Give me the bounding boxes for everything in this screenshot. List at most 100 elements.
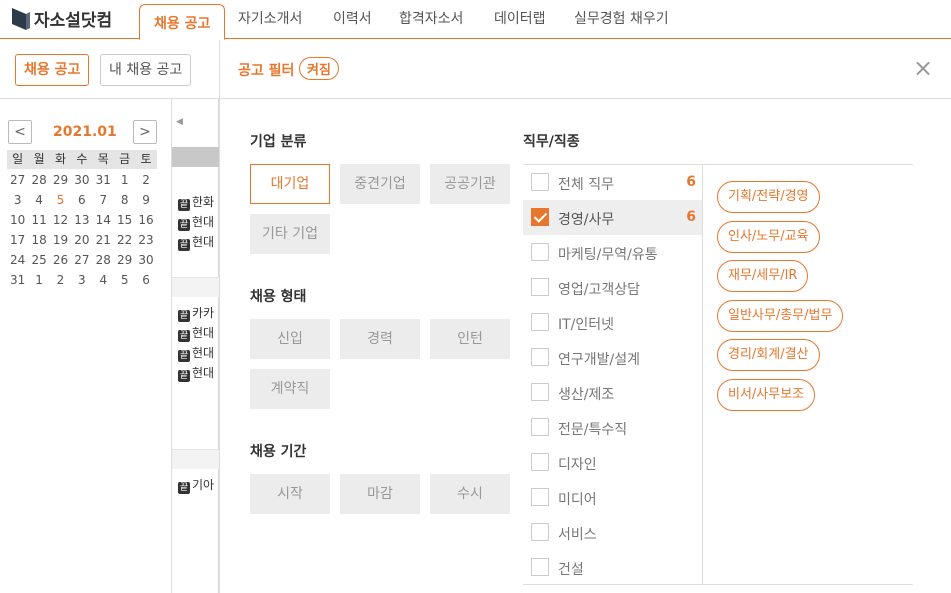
calendar-day[interactable]: 31 [93,173,114,187]
list-item[interactable]: 끝 현대 [178,324,219,342]
subcategory-chip[interactable]: 비서/사무보조 [717,379,816,411]
calendar-day[interactable]: 2 [135,173,156,187]
calendar-day[interactable]: 27 [7,173,28,187]
calendar-day[interactable]: 27 [71,253,92,267]
option-rolling[interactable]: 수시 [430,474,510,514]
checkbox[interactable] [531,243,549,261]
calendar-day[interactable]: 29 [50,173,71,187]
category-it[interactable]: IT/인터넷 [523,305,702,340]
calendar-day[interactable]: 6 [71,193,92,207]
option-mid-company[interactable]: 중견기업 [340,164,420,204]
subcategory-chip[interactable]: 경리/회계/결산 [717,339,820,371]
calendar-day[interactable]: 12 [50,213,71,227]
subcategory-chip[interactable]: 일반사무/총무/법무 [717,300,844,332]
calendar-day[interactable]: 1 [28,273,49,287]
next-month-button[interactable]: > [133,120,157,144]
calendar-day[interactable]: 25 [28,253,49,267]
calendar-day[interactable]: 7 [93,193,114,207]
calendar-day[interactable]: 8 [114,193,135,207]
calendar-day[interactable]: 23 [135,233,156,247]
category-production[interactable]: 생산/제조 [523,375,702,410]
checkbox[interactable] [531,313,549,331]
calendar-day[interactable]: 20 [71,233,92,247]
calendar-day[interactable]: 4 [93,273,114,287]
checkbox-checked[interactable] [531,208,549,226]
prev-month-button[interactable]: < [8,120,32,144]
option-start[interactable]: 시작 [250,474,330,514]
calendar-day[interactable]: 31 [7,273,28,287]
checkbox[interactable] [531,558,549,576]
calendar-day[interactable]: 5 [114,273,135,287]
calendar-day[interactable]: 18 [28,233,49,247]
subcategory-chip[interactable]: 인사/노무/교육 [717,221,820,253]
category-specialist[interactable]: 전문/특수직 [523,410,702,445]
category-marketing[interactable]: 마케팅/무역/유통 [523,235,702,270]
category-management-office[interactable]: 경영/사무 6 [523,200,702,235]
category-design[interactable]: 디자인 [523,445,702,480]
calendar-day[interactable]: 29 [114,253,135,267]
calendar-day[interactable]: 30 [135,253,156,267]
list-item[interactable]: 끝 한화 [178,193,219,211]
job-postings-button[interactable]: 채용 공고 [15,54,90,86]
tab-jobs[interactable]: 채용 공고 [139,4,226,40]
calendar-day[interactable]: 2 [50,273,71,287]
tab-self-intro[interactable]: 자기소개서 [238,8,302,28]
calendar-day[interactable]: 16 [135,213,156,227]
calendar-day[interactable]: 26 [50,253,71,267]
tab-passed-essays[interactable]: 합격자소서 [399,8,463,28]
option-other-company[interactable]: 기타 기업 [250,214,330,254]
category-all[interactable]: 전체 직무 6 [523,165,702,200]
category-service[interactable]: 서비스 [523,515,702,550]
list-item[interactable]: 끝 현대 [178,344,219,362]
tab-datalab[interactable]: 데이터랩 [494,8,546,28]
calendar-day[interactable]: 28 [93,253,114,267]
list-item[interactable]: 끝 카카 [178,304,219,322]
option-intern[interactable]: 인턴 [430,319,510,359]
checkbox[interactable] [531,278,549,296]
list-item[interactable]: 끝 현대 [178,213,219,231]
option-large-company[interactable]: 대기업 [250,164,330,204]
checkbox[interactable] [531,523,549,541]
calendar-day[interactable]: 24 [7,253,28,267]
checkbox[interactable] [531,418,549,436]
checkbox[interactable] [531,383,549,401]
calendar-day-today[interactable]: 5 [50,193,71,207]
category-media[interactable]: 미디어 [523,480,702,515]
list-item[interactable]: 끝 현대 [178,364,219,382]
list-item[interactable]: 끝 현대 [178,233,219,251]
calendar-day[interactable]: 21 [93,233,114,247]
checkbox[interactable] [531,453,549,471]
calendar-day[interactable]: 15 [114,213,135,227]
calendar-day[interactable]: 22 [114,233,135,247]
calendar-day[interactable]: 11 [28,213,49,227]
tab-resume[interactable]: 이력서 [333,8,372,28]
calendar-day[interactable]: 14 [93,213,114,227]
brand-logo[interactable]: 자소설닷컴 [12,6,112,31]
my-postings-button[interactable]: 내 채용 공고 [100,54,192,86]
option-contract[interactable]: 계약직 [250,369,330,409]
close-icon[interactable]: × [913,56,933,80]
filter-status-badge[interactable]: 켜짐 [299,57,339,80]
checkbox[interactable] [531,348,549,366]
calendar-day[interactable]: 30 [71,173,92,187]
option-deadline[interactable]: 마감 [340,474,420,514]
subcategory-chip[interactable]: 재무/세무/IR [717,260,809,292]
calendar-day[interactable]: 3 [71,273,92,287]
checkbox[interactable] [531,488,549,506]
subcategory-chip[interactable]: 기획/전략/경영 [717,181,820,213]
calendar-day[interactable]: 3 [7,193,28,207]
calendar-day[interactable]: 17 [7,233,28,247]
category-sales[interactable]: 영업/고객상담 [523,270,702,305]
option-new-grad[interactable]: 신입 [250,319,330,359]
category-rnd[interactable]: 연구개발/설계 [523,340,702,375]
calendar-day[interactable]: 6 [135,273,156,287]
calendar-day[interactable]: 28 [28,173,49,187]
calendar-day[interactable]: 19 [50,233,71,247]
category-construction[interactable]: 건설 [523,550,702,585]
collapse-arrow-icon[interactable]: ◀ [176,117,183,127]
calendar-day[interactable]: 13 [71,213,92,227]
calendar-day[interactable]: 9 [135,193,156,207]
calendar-day[interactable]: 10 [7,213,28,227]
option-experienced[interactable]: 경력 [340,319,420,359]
option-public-agency[interactable]: 공공기관 [430,164,510,204]
